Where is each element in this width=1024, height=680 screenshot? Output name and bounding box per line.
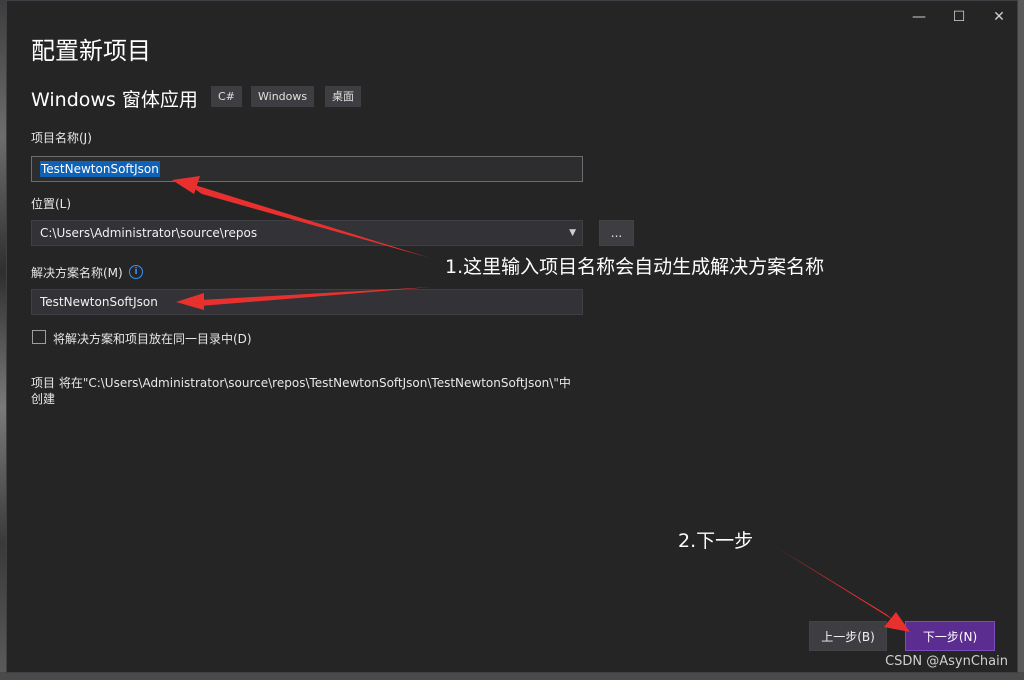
info-icon[interactable]: i	[129, 265, 143, 279]
watermark: CSDN @AsynChain	[885, 654, 1008, 669]
project-name-label: 项目名称(J)	[31, 131, 92, 145]
minimize-icon[interactable]: —	[903, 7, 935, 27]
tag-platform: Windows	[251, 86, 315, 107]
project-name-input[interactable]: TestNewtonSoftJson	[31, 156, 583, 182]
close-icon[interactable]: ✕	[983, 7, 1015, 27]
solution-name-label: 解决方案名称(M)	[31, 266, 123, 280]
solution-name-value: TestNewtonSoftJson	[40, 295, 158, 309]
creation-path-line2: 创建	[31, 392, 56, 406]
location-combobox[interactable]: C:\Users\Administrator\source\repos ▼	[31, 220, 583, 246]
desktop-background-bottom	[0, 672, 1024, 680]
solution-name-input[interactable]: TestNewtonSoftJson	[31, 289, 583, 315]
chevron-down-icon[interactable]: ▼	[569, 228, 576, 238]
location-label: 位置(L)	[31, 197, 72, 211]
creation-path-summary: 项目 将在"C:\Users\Administrator\source\repo…	[31, 375, 591, 407]
tag-language: C#	[211, 86, 242, 107]
tag-project-type: 桌面	[325, 86, 361, 107]
creation-path-line1: 项目 将在"C:\Users\Administrator\source\repo…	[31, 376, 571, 390]
same-directory-label[interactable]: 将解决方案和项目放在同一目录中(D)	[53, 330, 252, 347]
page-title: 配置新项目	[31, 37, 151, 65]
project-name-value: TestNewtonSoftJson	[40, 161, 160, 177]
annotation-note-2: 2.下一步	[678, 530, 754, 552]
location-value: C:\Users\Administrator\source\repos	[40, 226, 258, 240]
template-name: Windows 窗体应用	[31, 89, 198, 111]
next-button[interactable]: 下一步(N)	[905, 621, 995, 651]
back-button[interactable]: 上一步(B)	[809, 621, 887, 651]
same-directory-checkbox[interactable]	[32, 330, 46, 344]
annotation-note-1: 1.这里输入项目名称会自动生成解决方案名称	[445, 256, 825, 278]
configure-project-dialog: — ☐ ✕ 配置新项目 Windows 窗体应用 C# Windows 桌面 项…	[6, 0, 1018, 673]
maximize-icon[interactable]: ☐	[943, 7, 975, 27]
browse-button[interactable]: ...	[599, 220, 634, 246]
